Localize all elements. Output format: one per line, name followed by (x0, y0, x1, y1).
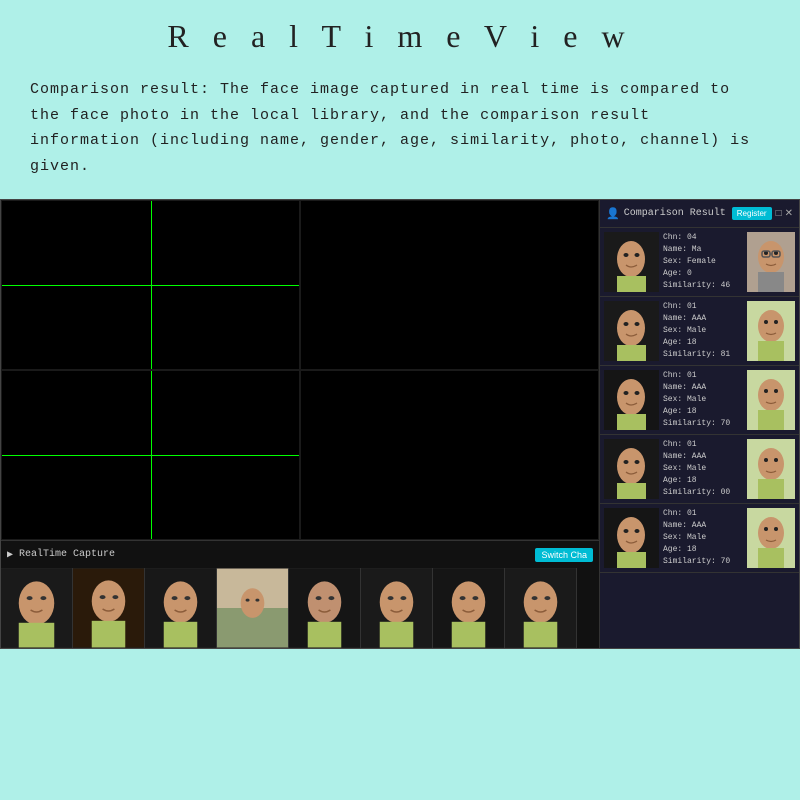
comparison-info-1: Chn: 04 Name: Ma Sex: Female Age: 0 Simi… (659, 232, 747, 292)
chn-2: Chn: 01 (663, 301, 743, 313)
sex-3: Sex: Male (663, 394, 743, 406)
page-title: R e a l T i m e V i e w (0, 18, 800, 55)
thumbnail-strip (1, 568, 599, 648)
chn-3: Chn: 01 (663, 370, 743, 382)
comparison-info-3: Chn: 01 Name: AAA Sex: Male Age: 18 Simi… (659, 370, 747, 430)
sex-4: Sex: Male (663, 463, 743, 475)
library-photo-2 (747, 301, 795, 361)
thumbnail-5[interactable] (289, 568, 361, 648)
similarity-5: Similarity: 70 (663, 556, 743, 568)
crosshair-vertical-2 (151, 371, 152, 539)
similarity-1: Similarity: 46 (663, 280, 743, 292)
sex-2: Sex: Male (663, 325, 743, 337)
comparison-header: 👤 Comparison Result Register □ ✕ (600, 200, 799, 228)
captured-face-5 (604, 508, 659, 568)
similarity-4: Similarity: 00 (663, 487, 743, 499)
name-3: Name: AAA (663, 382, 743, 394)
camera-icon: ▶ (7, 549, 13, 561)
comparison-item-2[interactable]: Chn: 01 Name: AAA Sex: Male Age: 18 Simi… (600, 297, 799, 366)
library-photo-5 (747, 508, 795, 568)
comparison-info-5: Chn: 01 Name: AAA Sex: Male Age: 18 Simi… (659, 508, 747, 568)
chn-5: Chn: 01 (663, 508, 743, 520)
name-2: Name: AAA (663, 313, 743, 325)
name-5: Name: AAA (663, 520, 743, 532)
close-button[interactable]: ✕ (785, 208, 793, 219)
thumbnail-6[interactable] (361, 568, 433, 648)
comparison-item-3[interactable]: Chn: 01 Name: AAA Sex: Male Age: 18 Simi… (600, 366, 799, 435)
person-icon: 👤 (606, 207, 620, 221)
capture-bar: ▶ RealTime Capture Switch Cha (1, 540, 599, 568)
comparison-info-2: Chn: 01 Name: AAA Sex: Male Age: 18 Simi… (659, 301, 747, 361)
library-photo-4 (747, 439, 795, 499)
captured-face-1 (604, 232, 659, 292)
thumbnail-8[interactable] (505, 568, 577, 648)
thumbnail-3[interactable] (145, 568, 217, 648)
chn-4: Chn: 01 (663, 439, 743, 451)
window-controls: □ ✕ (776, 208, 793, 219)
video-panel: ▶ RealTime Capture Switch Cha (1, 200, 599, 648)
similarity-2: Similarity: 81 (663, 349, 743, 361)
video-cell-bottom-right (300, 370, 599, 540)
name-4: Name: AAA (663, 451, 743, 463)
comparison-panel: 👤 Comparison Result Register □ ✕ (599, 200, 799, 648)
sex-5: Sex: Male (663, 532, 743, 544)
thumbnail-1[interactable] (1, 568, 73, 648)
video-grid (1, 200, 599, 540)
app-window: ▶ RealTime Capture Switch Cha (0, 199, 800, 649)
captured-face-4 (604, 439, 659, 499)
similarity-3: Similarity: 70 (663, 418, 743, 430)
age-3: Age: 18 (663, 406, 743, 418)
thumbnail-4[interactable] (217, 568, 289, 648)
switch-channel-button[interactable]: Switch Cha (535, 548, 593, 562)
main-area: ▶ RealTime Capture Switch Cha (1, 200, 799, 648)
age-2: Age: 18 (663, 337, 743, 349)
captured-face-2 (604, 301, 659, 361)
library-photo-1 (747, 232, 795, 292)
comparison-item-1[interactable]: Chn: 04 Name: Ma Sex: Female Age: 0 Simi… (600, 228, 799, 297)
video-cell-bottom-left (1, 370, 300, 540)
register-button[interactable]: Register (732, 207, 772, 220)
comparison-info-4: Chn: 01 Name: AAA Sex: Male Age: 18 Simi… (659, 439, 747, 499)
comparison-list: Chn: 04 Name: Ma Sex: Female Age: 0 Simi… (600, 228, 799, 648)
age-1: Age: 0 (663, 268, 743, 280)
age-5: Age: 18 (663, 544, 743, 556)
chn-1: Chn: 04 (663, 232, 743, 244)
comparison-title: Comparison Result (624, 208, 732, 219)
comparison-item-4[interactable]: Chn: 01 Name: AAA Sex: Male Age: 18 Simi… (600, 435, 799, 504)
comparison-item-5[interactable]: Chn: 01 Name: AAA Sex: Male Age: 18 Simi… (600, 504, 799, 573)
video-cell-top-left (1, 200, 300, 370)
library-photo-3 (747, 370, 795, 430)
name-1: Name: Ma (663, 244, 743, 256)
capture-label: RealTime Capture (19, 549, 535, 560)
crosshair-vertical (151, 201, 152, 369)
thumbnail-7[interactable] (433, 568, 505, 648)
sex-1: Sex: Female (663, 256, 743, 268)
age-4: Age: 18 (663, 475, 743, 487)
minimize-button[interactable]: □ (776, 208, 782, 219)
video-cell-top-right (300, 200, 599, 370)
page-header: R e a l T i m e V i e w (0, 0, 800, 65)
thumbnail-2[interactable] (73, 568, 145, 648)
captured-face-3 (604, 370, 659, 430)
page-description: Comparison result: The face image captur… (30, 77, 770, 179)
